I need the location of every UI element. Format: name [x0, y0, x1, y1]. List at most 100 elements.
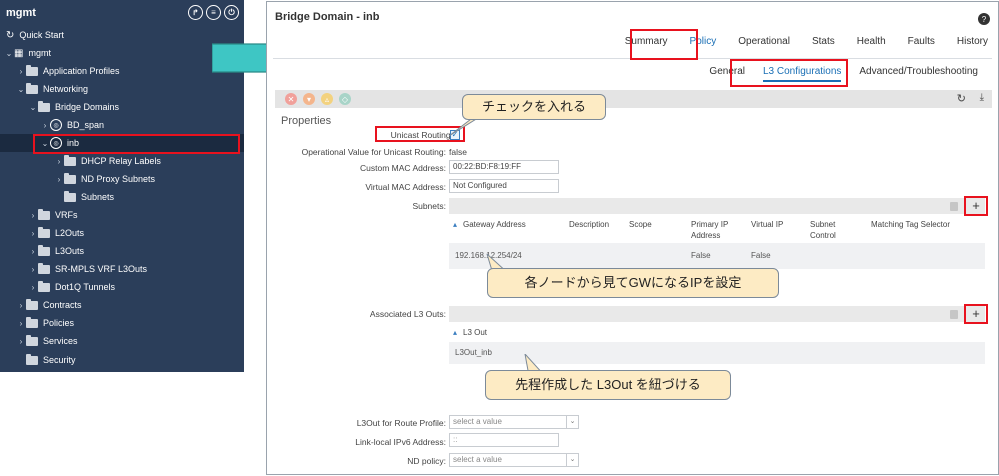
sidebar-item-tenant-mgmt[interactable]: ⌄ ▦ mgmt [4, 44, 51, 62]
sidebar-item-label: L3Outs [55, 246, 85, 256]
custom-mac-field[interactable]: 00:22:BD:F8:19:FF [449, 160, 559, 174]
sidebar-item-subnets[interactable]: Subnets [64, 188, 114, 206]
trash-icon[interactable] [950, 310, 958, 319]
folder-icon [64, 172, 76, 184]
sidebar-item-label: Security [43, 355, 76, 365]
sidebar-item-application-profiles[interactable]: › Application Profiles [16, 62, 120, 80]
column-description[interactable]: Description [569, 219, 609, 230]
chevron-right-icon[interactable]: › [40, 121, 50, 130]
download-icon[interactable]: ⤓ [980, 92, 984, 103]
bridge-domain-icon: ◎ [50, 119, 62, 131]
tab-health[interactable]: Health [857, 36, 886, 54]
sidebar-header-icons: ↱ ≡ ⏻ [188, 5, 239, 20]
chevron-right-icon[interactable]: › [28, 265, 38, 274]
associated-l3outs-label: Associated L3 Outs: [369, 309, 446, 319]
critical-fault-icon[interactable]: ✕ [285, 93, 297, 105]
sidebar-item-label: Policies [43, 318, 75, 328]
sidebar-item-nd-proxy-subnets[interactable]: › ND Proxy Subnets [54, 170, 155, 188]
sidebar-item-l2outs[interactable]: › L2Outs [28, 224, 84, 242]
tab-faults[interactable]: Faults [908, 36, 935, 54]
sidebar-title: mgmt [6, 7, 36, 19]
sidebar-item-sr-mpls-vrf-l3outs[interactable]: › SR-MPLS VRF L3Outs [28, 260, 147, 278]
subnets-table-toolbar [449, 198, 985, 214]
l3out-route-profile-select[interactable]: select a value ⌄ [449, 415, 579, 429]
column-gateway-address[interactable]: Gateway Address [463, 219, 526, 230]
sidebar-item-label: Networking [43, 84, 89, 94]
column-subnet-control[interactable]: Subnet Control [810, 219, 850, 241]
folder-icon [26, 298, 38, 310]
folder-icon [26, 64, 38, 76]
sidebar-item-dot1q-tunnels[interactable]: › Dot1Q Tunnels [28, 278, 115, 296]
highlight-box-add-subnet [964, 196, 988, 216]
trash-icon[interactable] [950, 202, 958, 211]
chevron-right-icon[interactable]: › [16, 301, 26, 310]
refresh-icon[interactable]: ↻ [957, 92, 966, 105]
sort-asc-icon: ▴ [453, 328, 458, 337]
chevron-down-icon[interactable]: ⌄ [566, 416, 578, 428]
callout-l3out: 先程作成した L3Out を紐づける [485, 370, 731, 400]
sidebar-item-l3outs[interactable]: › L3Outs [28, 242, 84, 260]
sidebar-item-services[interactable]: › Services [16, 332, 78, 350]
sidebar-item-label: Services [43, 336, 78, 346]
subtab-advanced-troubleshooting[interactable]: Advanced/Troubleshooting [859, 66, 978, 82]
column-scope[interactable]: Scope [629, 219, 652, 230]
chevron-right-icon[interactable]: › [16, 319, 26, 328]
chevron-right-icon[interactable]: › [54, 175, 64, 184]
folder-icon [38, 226, 50, 238]
chevron-down-icon[interactable]: ⌄ [28, 103, 38, 112]
chevron-right-icon[interactable]: › [28, 247, 38, 256]
chevron-down-icon[interactable]: ⌄ [16, 85, 26, 94]
column-matching-tag-selector[interactable]: Matching Tag Selector [871, 219, 950, 230]
help-icon[interactable]: ? [978, 13, 990, 25]
page-title: Bridge Domain - inb [275, 11, 380, 23]
virtual-mac-field[interactable]: Not Configured [449, 179, 559, 193]
tab-operational[interactable]: Operational [738, 36, 790, 54]
sidebar-item-quick-start[interactable]: ↻ Quick Start [6, 26, 64, 44]
primary-ip-cell: False [691, 251, 711, 260]
highlight-box-l3-configurations [730, 59, 848, 87]
chevron-right-icon[interactable]: › [16, 337, 26, 346]
sidebar-item-vrfs[interactable]: › VRFs [28, 206, 78, 224]
collapse-icon[interactable]: ≡ [206, 5, 221, 20]
power-icon[interactable]: ⏻ [224, 5, 239, 20]
chevron-right-icon[interactable]: › [28, 283, 38, 292]
warning-icon[interactable]: ◇ [339, 93, 351, 105]
pin-icon[interactable]: ↱ [188, 5, 203, 20]
folder-icon [26, 82, 38, 94]
sidebar-item-security[interactable]: Security [26, 351, 76, 369]
navigation-sidebar: mgmt ↱ ≡ ⏻ ↻ Quick Start ⌄ ▦ mgmt › Appl… [0, 0, 244, 372]
sidebar-item-bridge-domains[interactable]: ⌄ Bridge Domains [28, 98, 119, 116]
chevron-down-icon[interactable]: ⌄ [566, 454, 578, 466]
sidebar-item-networking[interactable]: ⌄ Networking [16, 80, 88, 98]
highlight-box-inb [33, 134, 240, 154]
tab-history[interactable]: History [957, 36, 988, 54]
column-virtual-ip[interactable]: Virtual IP [751, 219, 783, 230]
table-row[interactable]: 192.168.12.254/24 False False [449, 243, 985, 269]
bridge-domain-panel: Bridge Domain - inb ? Summary Policy Ope… [266, 1, 999, 475]
nd-policy-select[interactable]: select a value ⌄ [449, 453, 579, 467]
chevron-right-icon[interactable]: › [28, 229, 38, 238]
sidebar-item-bd-span[interactable]: › ◎ BD_span [40, 116, 104, 134]
l3out-route-profile-label: L3Out for Route Profile: [356, 418, 446, 428]
link-local-ipv6-field[interactable]: :: [449, 433, 559, 447]
column-primary-ip-address[interactable]: Primary IP Address [691, 219, 739, 241]
column-l3out[interactable]: L3 Out [463, 327, 487, 338]
folder-icon [26, 334, 38, 346]
chevron-right-icon[interactable]: › [28, 211, 38, 220]
nd-policy-label: ND policy: [407, 456, 446, 466]
sidebar-item-contracts[interactable]: › Contracts [16, 296, 82, 314]
virtual-ip-cell: False [751, 251, 771, 260]
major-fault-icon[interactable]: ▾ [303, 93, 315, 105]
chevron-down-icon[interactable]: ⌄ [4, 49, 14, 58]
minor-fault-icon[interactable]: ▵ [321, 93, 333, 105]
chevron-right-icon[interactable]: › [54, 157, 64, 166]
sidebar-item-label: ND Proxy Subnets [81, 174, 156, 184]
sidebar-item-policies[interactable]: › Policies [16, 314, 74, 332]
sidebar-item-label: Subnets [81, 192, 115, 202]
tab-stats[interactable]: Stats [812, 36, 835, 54]
sidebar-item-label: Contracts [43, 300, 82, 310]
select-placeholder: select a value [453, 417, 502, 426]
sidebar-item-dhcp-relay-labels[interactable]: › DHCP Relay Labels [54, 152, 161, 170]
chevron-right-icon[interactable]: › [16, 67, 26, 76]
folder-icon [38, 100, 50, 112]
